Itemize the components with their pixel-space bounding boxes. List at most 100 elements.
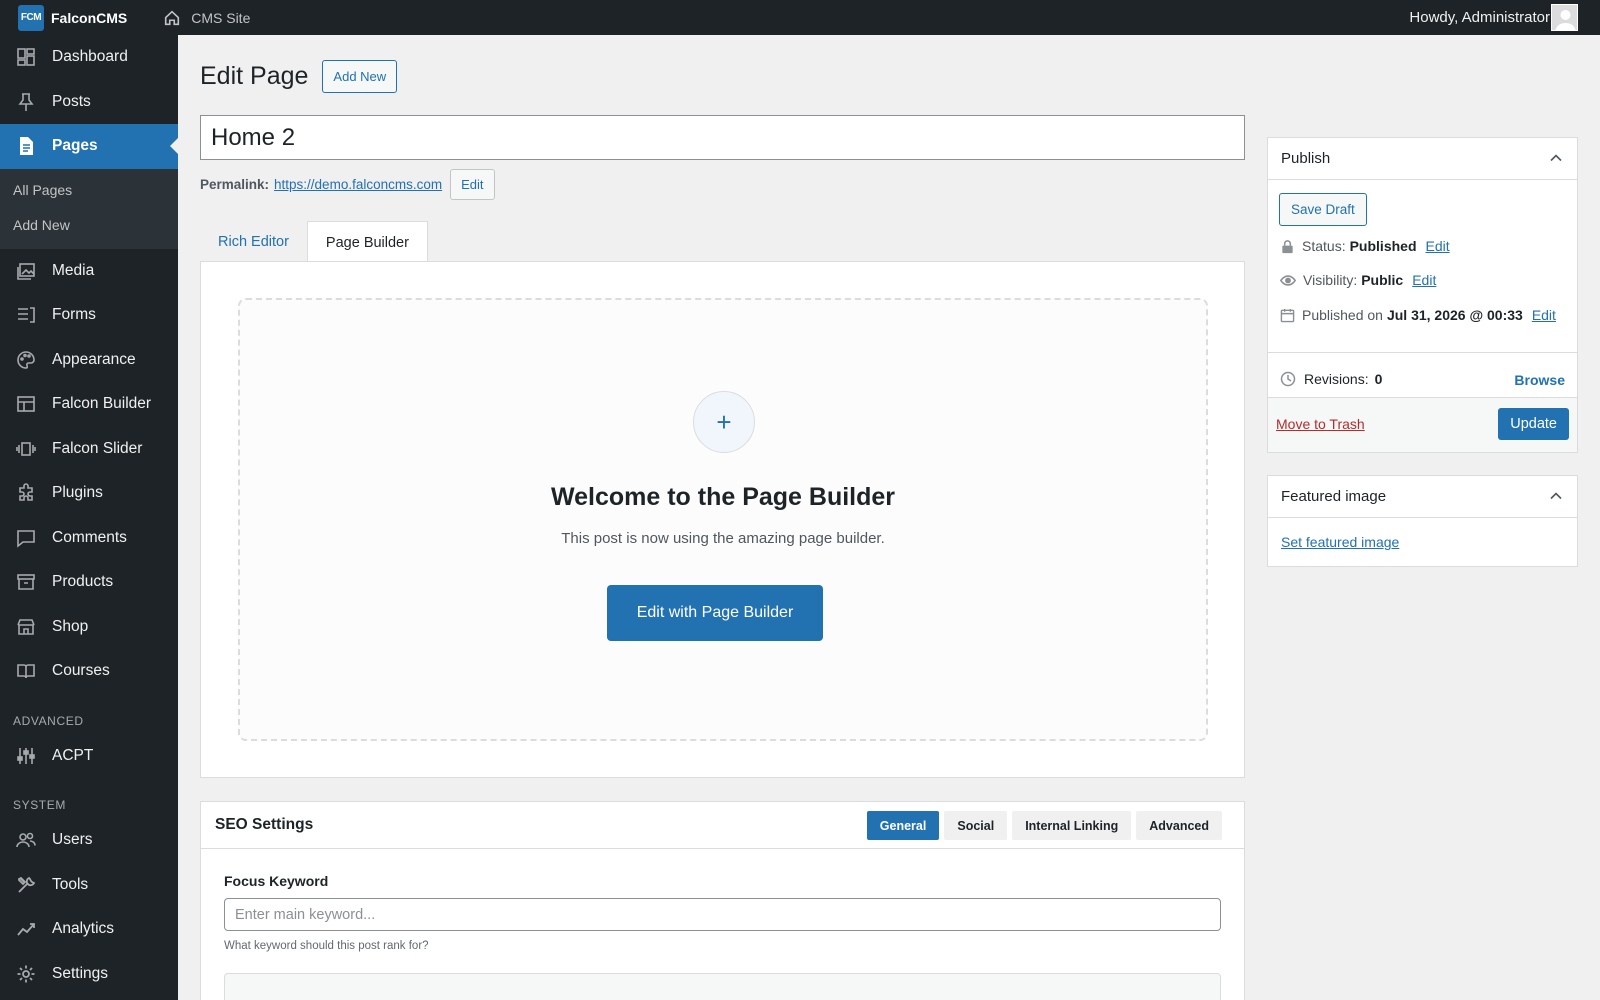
sidebar-item-label: Comments [52,528,127,546]
sidebar-item-label: Dashboard [52,48,128,66]
sidebar-item-label: Analytics [52,920,115,938]
admin-topbar: FCM FalconCMS CMS Site Howdy, Administra… [0,0,1600,35]
submenu-all-pages[interactable]: All Pages [0,173,178,208]
slider-icon [0,439,52,459]
sidebar-item-products[interactable]: Products [0,560,178,605]
sidebar-item-media[interactable]: Media [0,249,178,294]
sidebar-item-shop[interactable]: Shop [0,605,178,650]
featured-image-header[interactable]: Featured image [1268,476,1577,518]
sidebar-item-label: Tools [52,875,89,893]
seo-tab-general[interactable]: General [866,811,940,840]
account-menu[interactable]: Howdy, Administrator [1409,9,1550,26]
tab-page-builder[interactable]: Page Builder [306,221,428,263]
palette-icon [0,350,52,370]
brand-name: FalconCMS [51,9,128,26]
builder-dropzone: + Welcome to the Page Builder This post … [238,298,1208,741]
sidebar-item-falcon-builder[interactable]: Falcon Builder [0,382,178,427]
move-to-trash-link[interactable]: Move to Trash [1276,416,1365,432]
seo-tab-advanced[interactable]: Advanced [1136,811,1222,840]
focus-keyword-help: What keyword should this post rank for? [224,940,429,952]
set-featured-image-link[interactable]: Set featured image [1281,534,1399,550]
publish-title: Publish [1281,150,1331,167]
sidebar-item-plugins[interactable]: Plugins [0,471,178,516]
add-new-button[interactable]: Add New [322,60,398,93]
pages-submenu: All Pages Add New [0,168,178,249]
sidebar-item-posts[interactable]: Posts [0,80,178,125]
sidebar-item-acpt[interactable]: ACPT [0,734,178,779]
store-icon [0,617,52,637]
editor-tabs: Rich Editor Page Builder [200,220,428,263]
page-title: Edit Page [200,62,309,90]
published-on-value: Jul 31, 2026 @ 00:33 [1386,307,1523,323]
plus-icon[interactable]: + [693,391,755,453]
logo[interactable]: FCM FalconCMS [0,0,127,35]
sidebar-item-label: Forms [52,306,96,324]
seo-tabs: General Social Internal Linking Advanced [862,811,1222,840]
builder-welcome-subtitle: This post is now using the amazing page … [561,530,885,547]
archive-icon [0,572,52,592]
sidebar-item-dashboard[interactable]: Dashboard [0,35,178,80]
sidebar-item-label: ACPT [52,746,94,764]
status-label: Status: [1302,238,1346,254]
sidebar-item-label: Products [52,573,114,591]
published-on-row: Published on Jul 31, 2026 @ 00:33 Edit [1280,307,1556,323]
sidebar-item-settings[interactable]: Settings [0,952,178,997]
clock-icon [1280,371,1296,387]
sidebar-item-tools[interactable]: Tools [0,863,178,908]
sidebar-item-forms[interactable]: Forms [0,293,178,338]
featured-image-title: Featured image [1281,488,1387,505]
publish-box: Publish Save Draft Status: Published Edi… [1267,137,1578,453]
edit-with-page-builder-button[interactable]: Edit with Page Builder [607,585,823,641]
post-title-input[interactable]: Home 2 [200,115,1245,160]
status-edit-link[interactable]: Edit [1426,238,1450,254]
sidebar-item-label: Shop [52,617,89,635]
page-builder-panel: + Welcome to the Page Builder This post … [200,261,1245,778]
sidebar-item-comments[interactable]: Comments [0,516,178,561]
page-icon [0,136,52,156]
permalink-edit-button[interactable]: Edit [450,169,495,200]
focus-keyword-input[interactable]: Enter main keyword... [224,898,1221,931]
sidebar-item-label: Plugins [52,484,103,502]
visibility-label: Visibility: [1303,272,1358,288]
chevron-up-icon[interactable] [1549,151,1563,165]
site-link[interactable]: CMS Site [163,9,250,27]
sidebar-item-label: Users [52,831,93,849]
sidebar-item-falcon-slider[interactable]: Falcon Slider [0,427,178,472]
browse-revisions-link[interactable]: Browse [1514,372,1565,388]
sidebar-item-courses[interactable]: Courses [0,649,178,694]
sidebar-item-users[interactable]: Users [0,818,178,863]
publish-header[interactable]: Publish [1268,138,1577,180]
permalink: Permalink: https://demo.falconcms.com Ed… [200,169,495,200]
permalink-label: Permalink: [200,177,270,192]
revisions-row: Revisions: 0 [1280,371,1382,387]
save-draft-button[interactable]: Save Draft [1279,193,1367,226]
howdy-prefix: Howdy, [1409,9,1459,26]
status-value: Published [1349,238,1417,254]
sidebar-item-analytics[interactable]: Analytics [0,907,178,952]
book-icon [0,661,52,681]
users-icon [0,830,52,850]
lock-icon [1282,239,1293,253]
tab-rich-editor[interactable]: Rich Editor [200,221,307,262]
seo-settings-panel: SEO Settings General Social Internal Lin… [200,801,1245,1000]
visibility-edit-link[interactable]: Edit [1412,272,1436,288]
revisions-count: 0 [1374,371,1383,387]
seo-tab-social[interactable]: Social [944,811,1008,840]
submenu-add-new[interactable]: Add New [0,208,178,243]
comment-icon [0,528,52,548]
sidebar-item-label: Pages [52,137,98,155]
sidebar-item-appearance[interactable]: Appearance [0,338,178,383]
sidebar-item-label: Falcon Slider [52,439,143,457]
gear-icon [0,964,52,984]
chevron-up-icon[interactable] [1549,489,1563,503]
sidebar-item-label: Settings [52,964,109,982]
published-on-edit-link[interactable]: Edit [1532,307,1556,323]
section-advanced: ADVANCED [13,713,84,728]
pin-icon [0,92,52,112]
seo-tab-internal-linking[interactable]: Internal Linking [1012,811,1132,840]
sidebar-item-label: Media [52,261,95,279]
permalink-url[interactable]: https://demo.falconcms.com [274,177,442,192]
sidebar-item-pages[interactable]: Pages [0,124,178,169]
avatar[interactable] [1551,4,1578,31]
update-button[interactable]: Update [1498,408,1569,440]
